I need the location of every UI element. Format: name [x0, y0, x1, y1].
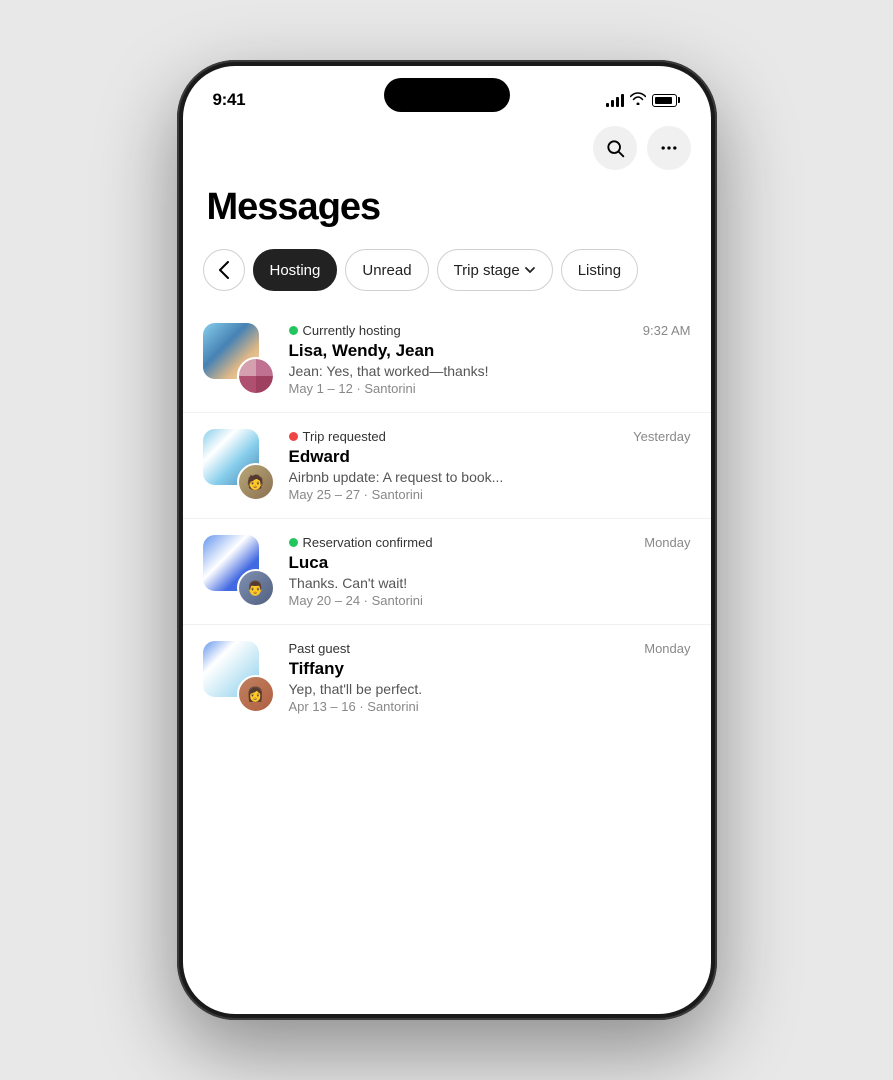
phone-screen: 9:41: [183, 66, 711, 1014]
message-time: Monday: [644, 535, 690, 550]
phone-frame: 9:41: [177, 60, 717, 1020]
dynamic-island: [384, 78, 510, 112]
message-sender: Edward: [289, 447, 691, 467]
guest-avatar: 👩: [237, 675, 275, 713]
more-options-button[interactable]: [647, 126, 691, 170]
page-title: Messages: [183, 170, 711, 237]
message-preview: Yep, that'll be perfect.: [289, 681, 691, 697]
status-dot-green: [289, 326, 298, 335]
message-time: 9:32 AM: [643, 323, 691, 338]
message-status: Trip requested: [289, 429, 386, 444]
avatar-container: 🧑: [203, 429, 275, 501]
message-item[interactable]: Currently hosting 9:32 AM Lisa, Wendy, J…: [183, 307, 711, 413]
status-icons: [606, 92, 680, 108]
message-status: Past guest: [289, 641, 350, 656]
filter-unread[interactable]: Unread: [345, 249, 428, 291]
header-actions: [183, 118, 711, 170]
message-sender: Luca: [289, 553, 691, 573]
message-status: Currently hosting: [289, 323, 401, 338]
message-preview: Airbnb update: A request to book...: [289, 469, 691, 485]
message-status: Reservation confirmed: [289, 535, 433, 550]
message-time: Yesterday: [633, 429, 690, 444]
message-content: Currently hosting 9:32 AM Lisa, Wendy, J…: [289, 323, 691, 396]
message-item[interactable]: 🧑 Trip requested Yesterday Edward Airbnb…: [183, 413, 711, 519]
message-item[interactable]: 👨 Reservation confirmed Monday Luca Than…: [183, 519, 711, 625]
message-content: Trip requested Yesterday Edward Airbnb u…: [289, 429, 691, 502]
status-dot-green: [289, 538, 298, 547]
guest-avatar: 👨: [237, 569, 275, 607]
status-dot-red: [289, 432, 298, 441]
message-item[interactable]: 👩 Past guest Monday Tiffany Yep, that'll…: [183, 625, 711, 730]
search-button[interactable]: [593, 126, 637, 170]
battery-icon: [652, 94, 680, 107]
avatar-container: 👨: [203, 535, 275, 607]
message-list: Currently hosting 9:32 AM Lisa, Wendy, J…: [183, 303, 711, 734]
filter-hosting[interactable]: Hosting: [253, 249, 338, 291]
avatar-container: [203, 323, 275, 395]
wifi-icon: [630, 92, 646, 108]
message-content: Past guest Monday Tiffany Yep, that'll b…: [289, 641, 691, 714]
message-meta: May 25 – 27 · Santorini: [289, 487, 691, 502]
filter-trip-stage[interactable]: Trip stage: [437, 249, 553, 291]
message-content: Reservation confirmed Monday Luca Thanks…: [289, 535, 691, 608]
message-meta: May 1 – 12 · Santorini: [289, 381, 691, 396]
avatar-container: 👩: [203, 641, 275, 713]
back-button[interactable]: [203, 249, 245, 291]
message-meta: May 20 – 24 · Santorini: [289, 593, 691, 608]
message-preview: Jean: Yes, that worked—thanks!: [289, 363, 691, 379]
group-avatar: [237, 357, 275, 395]
message-sender: Lisa, Wendy, Jean: [289, 341, 691, 361]
message-sender: Tiffany: [289, 659, 691, 679]
status-time: 9:41: [213, 90, 246, 110]
signal-icon: [606, 93, 624, 107]
message-preview: Thanks. Can't wait!: [289, 575, 691, 591]
filter-row: Hosting Unread Trip stage Listing: [183, 237, 711, 303]
guest-avatar: 🧑: [237, 463, 275, 501]
message-meta: Apr 13 – 16 · Santorini: [289, 699, 691, 714]
filter-listing[interactable]: Listing: [561, 249, 638, 291]
message-time: Monday: [644, 641, 690, 656]
